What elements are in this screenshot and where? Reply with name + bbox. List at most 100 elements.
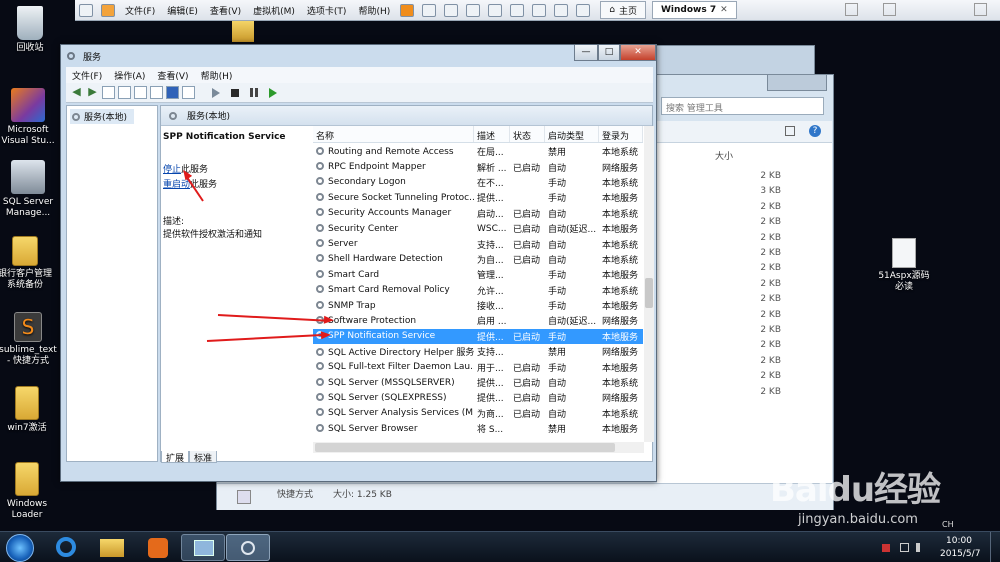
- folder-icon[interactable]: [232, 20, 254, 42]
- column-header-description[interactable]: 描述: [474, 126, 510, 142]
- taskbar-services-button[interactable]: [226, 534, 270, 561]
- refresh-icon[interactable]: [134, 86, 147, 99]
- back-arrow-icon[interactable]: ◀: [70, 86, 83, 99]
- explorer-search-box[interactable]: 搜索 管理工具: [661, 97, 824, 115]
- tab-standard[interactable]: 标准: [189, 451, 218, 464]
- tray-flag-icon[interactable]: [882, 544, 890, 552]
- vm-menu-vm[interactable]: 虚拟机(M): [247, 4, 301, 17]
- column-header-size[interactable]: 大小: [715, 149, 733, 162]
- tree-item-services-local[interactable]: 服务(本地): [70, 109, 134, 124]
- properties-icon[interactable]: [118, 86, 131, 99]
- vmware-logo-icon[interactable]: [101, 3, 115, 17]
- console-tree-icon[interactable]: [102, 86, 115, 99]
- vm-menu-view[interactable]: 查看(V): [204, 4, 247, 17]
- mmc-view-icon[interactable]: [182, 86, 195, 99]
- stop-service-icon[interactable]: [231, 88, 239, 97]
- service-row[interactable]: Security Center WSC... 已启动 自动(延迟... 本地服务: [313, 221, 643, 236]
- service-row[interactable]: SQL Server (SQLEXPRESS) 提供... 已启动 自动 网络服务: [313, 390, 643, 405]
- tab-extended[interactable]: 扩展: [161, 451, 190, 464]
- console-tree[interactable]: 服务(本地): [66, 105, 158, 462]
- restart-service-icon[interactable]: [269, 87, 277, 98]
- service-row[interactable]: Routing and Remote Access 在局... 禁用 本地系统: [313, 144, 643, 159]
- vm-minimize-button[interactable]: [845, 3, 858, 16]
- clock-date[interactable]: 2015/5/7: [940, 549, 980, 559]
- show-desktop-button[interactable]: [990, 532, 1000, 562]
- column-header-startup-type[interactable]: 启动类型: [545, 126, 599, 142]
- forward-arrow-icon[interactable]: ▶: [86, 86, 99, 99]
- service-row[interactable]: SQL Server (MSSQLSERVER) 提供... 已启动 自动 本地系统: [313, 375, 643, 390]
- desktop-icon-bank-folder[interactable]: 银行客户管理系统备份: [0, 236, 55, 291]
- pause-icon[interactable]: [400, 3, 415, 17]
- taskbar-media-player-button[interactable]: [136, 534, 180, 561]
- column-header-log-on-as[interactable]: 登录为: [599, 126, 643, 142]
- scroll-thumb[interactable]: [315, 443, 615, 452]
- desktop-icon-51aspx[interactable]: 51Aspx源码必读: [874, 238, 934, 293]
- horizontal-scrollbar[interactable]: [313, 442, 644, 453]
- service-row[interactable]: SQL Server Browser 将 S... 禁用 本地服务: [313, 421, 643, 436]
- tray-network-icon[interactable]: [900, 543, 909, 552]
- clock-time[interactable]: 10:00: [946, 536, 972, 546]
- desktop-icon-sublime[interactable]: S sublime_text - 快捷方式: [0, 312, 58, 367]
- snapshot-icon[interactable]: [444, 3, 459, 17]
- service-row[interactable]: Secondary Logon 在不... 手动 本地系统: [313, 175, 643, 190]
- service-row[interactable]: SNMP Trap 接收... 手动 本地服务: [313, 298, 643, 313]
- service-row[interactable]: Software Protection 启用 ... 自动(延迟... 网络服务: [313, 313, 643, 328]
- unity-icon[interactable]: [576, 3, 591, 17]
- explorer-file-list[interactable]: 大小 2 KB 3 KB 2 KB 2 KB 2 KB 2 KB 2 KB 2 KB 2 KB 2…: [657, 143, 832, 483]
- stop-service-link[interactable]: 停止: [163, 165, 181, 175]
- taskbar-explorer-button[interactable]: [90, 534, 134, 561]
- service-row[interactable]: RPC Endpoint Mapper 解析 ... 已启动 自动 网络服务: [313, 159, 643, 174]
- help-icon[interactable]: [166, 86, 179, 99]
- menu-help[interactable]: 帮助(H): [195, 69, 239, 82]
- desktop-icon-visual-studio[interactable]: Microsoft Visual Stu...: [0, 88, 58, 147]
- service-row[interactable]: SQL Server Analysis Services (M... 为商... 已…: [313, 406, 643, 421]
- desktop-icon-windows-loader[interactable]: Windows Loader: [0, 462, 57, 521]
- vm-restore-button[interactable]: [883, 3, 896, 16]
- minimize-button[interactable]: —: [574, 45, 598, 61]
- fullscreen-icon[interactable]: [554, 3, 569, 17]
- export-list-icon[interactable]: [150, 86, 163, 99]
- revert-snapshot-icon[interactable]: [466, 3, 481, 17]
- vm-menu-file[interactable]: 文件(F): [119, 4, 161, 17]
- menu-view[interactable]: 查看(V): [151, 69, 194, 82]
- tray-volume-icon[interactable]: [916, 543, 925, 552]
- start-button[interactable]: [6, 534, 34, 562]
- service-row[interactable]: Smart Card 管理... 手动 本地服务: [313, 267, 643, 282]
- service-row[interactable]: SPP Notification Service 提供... 已启动 手动 本地服务: [313, 328, 643, 345]
- service-row[interactable]: Secure Socket Tunneling Protoc... 提供... 手动…: [313, 190, 643, 205]
- desktop-icon-win7-folder[interactable]: win7激活: [0, 386, 57, 434]
- vm-menu-edit[interactable]: 编辑(E): [161, 4, 204, 17]
- service-row[interactable]: Server 支持... 已启动 自动 本地系统: [313, 236, 643, 251]
- service-row[interactable]: Security Accounts Manager 启动... 已启动 自动 本地系统: [313, 206, 643, 221]
- service-row[interactable]: Shell Hardware Detection 为自... 已启动 自动 本地系统: [313, 252, 643, 267]
- close-icon[interactable]: ✕: [720, 5, 728, 15]
- desktop-icon-recycle-bin[interactable]: 回收站: [0, 6, 60, 54]
- tab-home[interactable]: ⌂ 主页: [600, 1, 646, 19]
- pin-icon[interactable]: [79, 3, 93, 17]
- service-row[interactable]: Smart Card Removal Policy 允许... 手动 本地系统: [313, 283, 643, 298]
- desktop-icon-sql-server[interactable]: SQL Server Manage...: [0, 160, 58, 219]
- send-keys-icon[interactable]: [422, 3, 437, 17]
- vm-menu-help[interactable]: 帮助(H): [352, 4, 396, 17]
- taskbar-ie-button[interactable]: [44, 534, 88, 561]
- vm-menu-tabs[interactable]: 选项卡(T): [301, 4, 353, 17]
- services-window[interactable]: 服务 — □ ✕ 文件(F) 操作(A) 查看(V) 帮助(H) ◀ ▶ 服务(…: [60, 44, 657, 482]
- close-button[interactable]: ✕: [620, 45, 656, 61]
- vertical-scrollbar[interactable]: [644, 126, 654, 442]
- vm-close-button[interactable]: [974, 3, 987, 16]
- scroll-thumb[interactable]: [645, 278, 653, 308]
- menu-action[interactable]: 操作(A): [108, 69, 151, 82]
- services-list[interactable]: 名称 描述 状态 启动类型 登录为 Routing and Remote Acc…: [313, 126, 643, 442]
- language-indicator[interactable]: CH: [942, 520, 954, 529]
- service-row[interactable]: SQL Full-text Filter Daemon Lau... 用于... 已…: [313, 359, 643, 374]
- services-titlebar[interactable]: 服务: [61, 45, 656, 67]
- restart-service-link[interactable]: 重启动: [163, 180, 190, 190]
- column-header-status[interactable]: 状态: [510, 126, 545, 142]
- snapshot-manager-icon[interactable]: [488, 3, 503, 17]
- menu-file[interactable]: 文件(F): [66, 69, 108, 82]
- pause-service-icon[interactable]: [250, 88, 258, 97]
- taskbar-remote-button[interactable]: [181, 534, 225, 561]
- tab-windows7[interactable]: Windows 7 ✕: [651, 1, 737, 19]
- view-options-icon[interactable]: [785, 126, 795, 136]
- thumbnail-icon[interactable]: [532, 3, 547, 17]
